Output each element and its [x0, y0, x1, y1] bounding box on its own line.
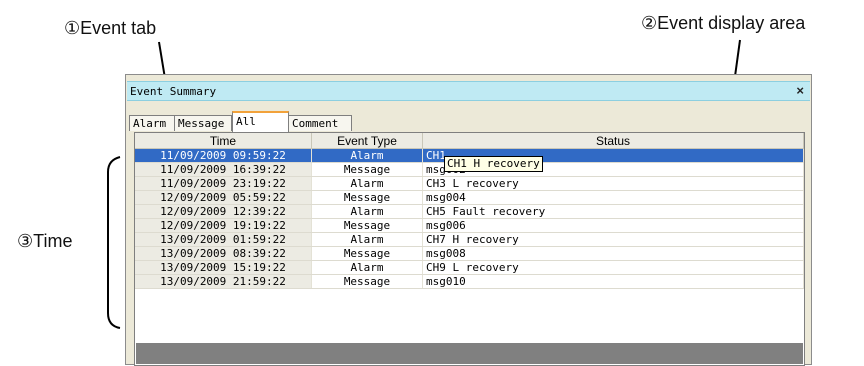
callout-time: ③Time	[17, 231, 73, 251]
status-tooltip: CH1 H recovery	[444, 156, 543, 172]
cell-status: CH5 Fault recovery	[422, 204, 804, 219]
cell-event-type: Alarm	[311, 260, 423, 275]
cell-event-type: Alarm	[311, 232, 423, 247]
grid-empty-area	[136, 343, 803, 364]
cell-event-type: Alarm	[311, 176, 423, 191]
column-header-event-type[interactable]: Event Type	[311, 133, 423, 149]
cell-status: CH3 L recovery	[422, 176, 804, 191]
cell-status: msg004	[422, 190, 804, 205]
cell-status: msg008	[422, 246, 804, 261]
cell-status: CH7 H recovery	[422, 232, 804, 247]
cell-time: 13/09/2009 08:39:22	[135, 246, 312, 261]
tab-message[interactable]: Message	[174, 115, 232, 131]
cell-event-type: Message	[311, 190, 423, 205]
cell-event-type: Alarm	[311, 148, 423, 163]
cell-time: 11/09/2009 09:59:22	[135, 148, 312, 163]
cell-time: 11/09/2009 23:19:22	[135, 176, 312, 191]
cell-event-type: Message	[311, 218, 423, 233]
cell-time: 13/09/2009 01:59:22	[135, 232, 312, 247]
window-titlebar: Event Summary ×	[127, 81, 810, 101]
time-bracket	[107, 156, 121, 329]
table-row[interactable]: 11/09/2009 23:19:22 Alarm CH3 L recovery	[135, 176, 804, 191]
close-icon[interactable]: ×	[796, 83, 804, 98]
table-row[interactable]: 13/09/2009 08:39:22 Message msg008	[135, 246, 804, 261]
table-row[interactable]: 12/09/2009 19:19:22 Message msg006	[135, 218, 804, 233]
cell-event-type: Message	[311, 274, 423, 289]
table-row[interactable]: 13/09/2009 21:59:22 Message msg010	[135, 274, 804, 289]
table-row[interactable]: 12/09/2009 12:39:22 Alarm CH5 Fault reco…	[135, 204, 804, 219]
event-display-area[interactable]: Time Event Type Status 11/09/2009 09:59:…	[134, 132, 805, 366]
tab-alarm[interactable]: Alarm	[129, 115, 175, 131]
cell-time: 11/09/2009 16:39:22	[135, 162, 312, 177]
cell-time: 13/09/2009 15:19:22	[135, 260, 312, 275]
column-header-time[interactable]: Time	[135, 133, 312, 149]
cell-status: msg010	[422, 274, 804, 289]
cell-time: 13/09/2009 21:59:22	[135, 274, 312, 289]
column-header-status[interactable]: Status	[422, 133, 804, 149]
cell-status: msg006	[422, 218, 804, 233]
table-row[interactable]: 13/09/2009 01:59:22 Alarm CH7 H recovery	[135, 232, 804, 247]
cell-event-type: Alarm	[311, 204, 423, 219]
tab-comment[interactable]: Comment	[288, 115, 352, 131]
cell-time: 12/09/2009 12:39:22	[135, 204, 312, 219]
callout-event-display-area: ②Event display area	[641, 13, 806, 33]
cell-time: 12/09/2009 19:19:22	[135, 218, 312, 233]
cell-time: 12/09/2009 05:59:22	[135, 190, 312, 205]
callout-event-tab: ①Event tab	[64, 18, 157, 38]
tab-all[interactable]: All	[232, 111, 289, 132]
table-row[interactable]: 12/09/2009 05:59:22 Message msg004	[135, 190, 804, 205]
event-summary-window: Event Summary × Alarm Message All Commen…	[125, 74, 812, 366]
cell-event-type: Message	[311, 246, 423, 261]
table-row[interactable]: 13/09/2009 15:19:22 Alarm CH9 L recovery	[135, 260, 804, 275]
table-header-row: Time Event Type Status	[135, 133, 804, 149]
window-title: Event Summary	[130, 85, 217, 98]
cell-status: CH9 L recovery	[422, 260, 804, 275]
cell-event-type: Message	[311, 162, 423, 177]
